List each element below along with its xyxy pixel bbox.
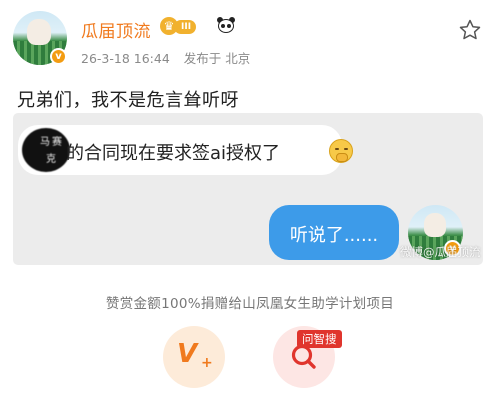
- post-source: 发布于 北京: [183, 51, 251, 66]
- favorite-star-icon[interactable]: [458, 18, 482, 42]
- pray-emoji-icon: [329, 139, 353, 163]
- reward-v-icon: V: [177, 339, 198, 369]
- mosaic-censor: 马 赛 克: [22, 128, 70, 172]
- reward-button[interactable]: V +: [163, 326, 225, 388]
- chat-bubble-right-text: 听说了......: [289, 225, 379, 246]
- username[interactable]: 瓜届顶流: [81, 17, 151, 42]
- post-meta: 26-3-18 16:44 发布于 北京: [81, 48, 260, 67]
- level-badge: III: [174, 20, 197, 34]
- chat-bubble-right: 听说了......: [269, 205, 399, 260]
- avatar-animal: [27, 19, 51, 45]
- panda-icon: [217, 17, 235, 34]
- reward-description: 赞赏金额100%捐赠给山凤凰女生助学计划项目: [105, 296, 395, 312]
- image-watermark: 微博@瓜届顶流: [400, 245, 481, 259]
- post-text: 兄弟们，我不是危言耸听呀: [17, 90, 239, 111]
- ask-badge: 问智搜: [297, 330, 342, 348]
- chat-bubble-left-text: 的合同现在要求签ai授权了: [66, 143, 281, 164]
- post-time: 26-3-18 16:44: [81, 51, 170, 66]
- verified-badge-icon: v: [50, 48, 67, 65]
